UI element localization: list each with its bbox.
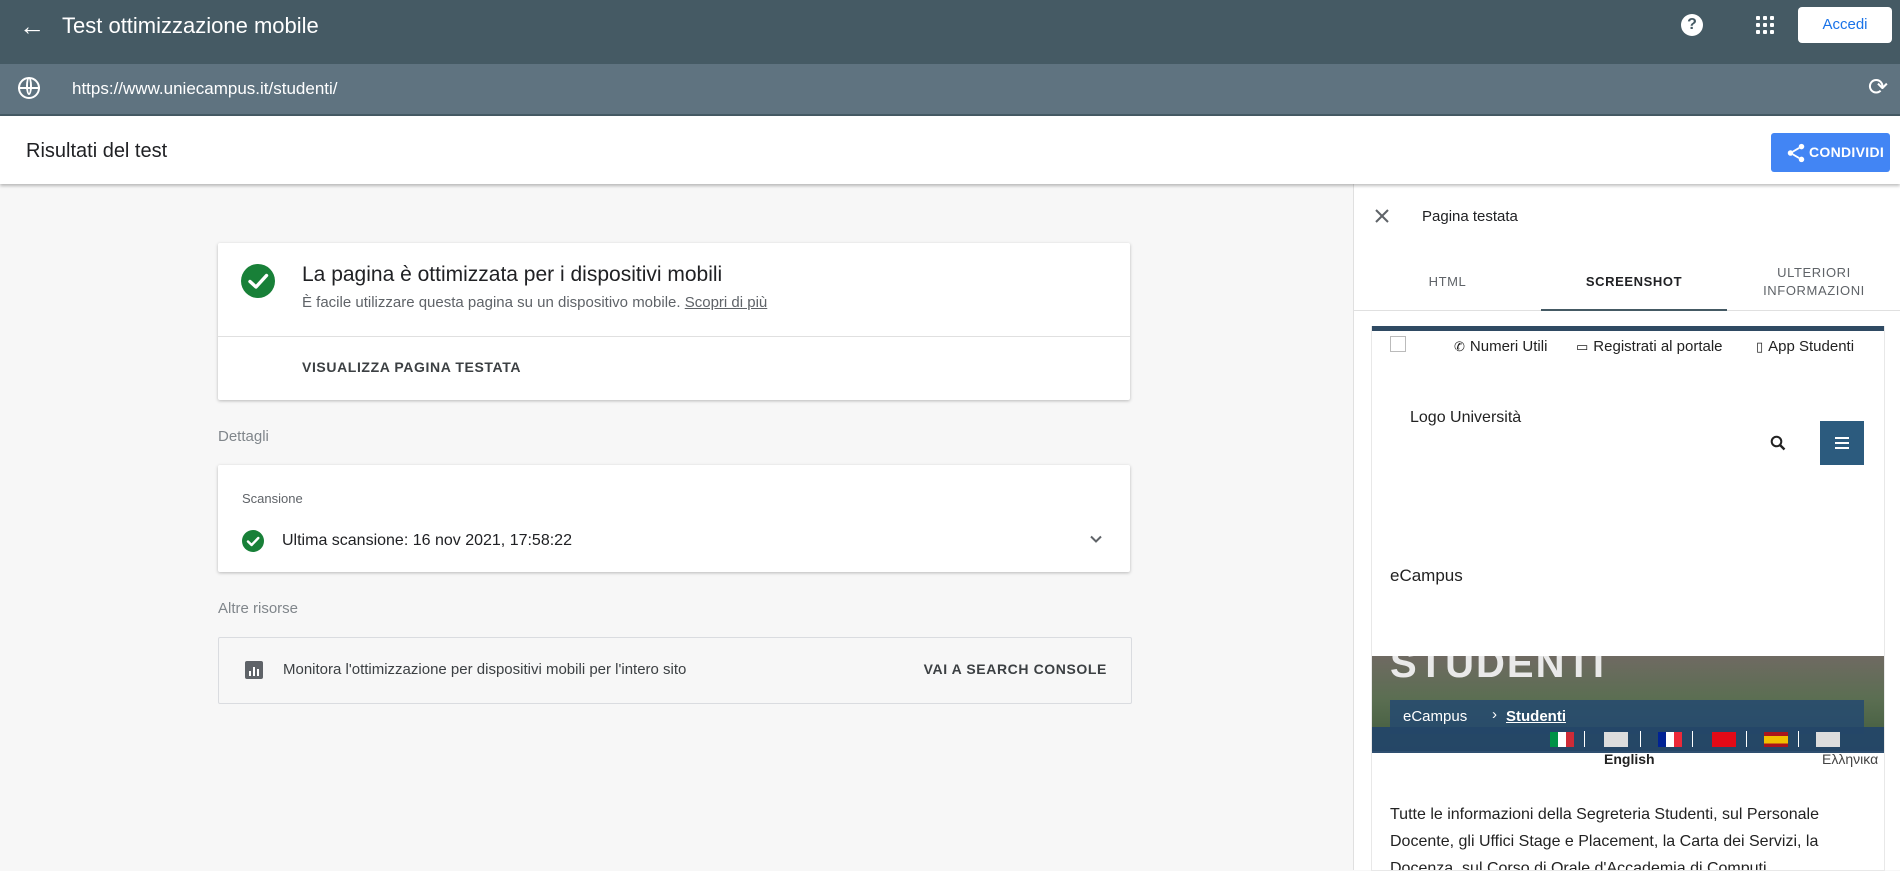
search-console-link[interactable]: VAI A SEARCH CONSOLE xyxy=(924,661,1107,677)
language-english: English xyxy=(1604,751,1655,767)
id-card-icon: ▭ xyxy=(1576,339,1589,354)
app-header: ← Test ottimizzazione mobile ? Accedi xyxy=(0,0,1900,52)
divider xyxy=(1692,731,1693,747)
france-flag-icon xyxy=(1658,732,1682,747)
resources-text: Monitora l'ottimizzazione per dispositiv… xyxy=(283,661,687,678)
phone-icon: ✆ xyxy=(1454,339,1465,354)
learn-more-link[interactable]: Scopri di più xyxy=(685,294,768,311)
divider xyxy=(1798,731,1799,747)
site-intro-text: Tutte le informazioni della Segreteria S… xyxy=(1390,806,1819,871)
url-input-container[interactable]: https://www.uniecampus.it/studenti/ ⟳ xyxy=(0,64,1900,114)
breadcrumb-separator: › xyxy=(1492,706,1497,723)
util-link-app: ▯ App Studenti xyxy=(1756,338,1854,355)
site-name: eCampus xyxy=(1390,566,1463,585)
divider xyxy=(1746,731,1747,747)
italy-flag-icon xyxy=(1550,732,1574,747)
check-circle-icon xyxy=(242,530,264,552)
summary-subtext: È facile utilizzare questa pagina su un … xyxy=(302,294,767,311)
search-icon xyxy=(1770,435,1786,451)
view-tested-page-button[interactable]: VISUALIZZA PAGINA TESTATA xyxy=(302,359,521,375)
page-title: Risultati del test xyxy=(26,140,168,162)
mobile-icon: ▯ xyxy=(1756,339,1764,354)
util-link-label: Registrati al portale xyxy=(1593,338,1723,355)
tested-page-panel: Pagina testata HTML SCREENSHOT ULTERIORI… xyxy=(1353,184,1900,871)
share-button[interactable]: CONDIVIDI xyxy=(1771,133,1890,172)
menu-icon xyxy=(1820,421,1864,465)
util-link-register: ▭ Registrati al portale xyxy=(1576,338,1723,355)
login-button[interactable]: Accedi xyxy=(1798,7,1892,43)
tab-screenshot[interactable]: SCREENSHOT xyxy=(1541,254,1727,311)
util-link-label: Numeri Utili xyxy=(1469,338,1548,355)
resources-section-label: Altre risorse xyxy=(218,600,299,617)
close-icon[interactable] xyxy=(1372,206,1392,226)
scan-label: Scansione xyxy=(242,491,303,506)
language-greek: Ελληνικα xyxy=(1822,751,1879,767)
page-screenshot: ✆ Numeri Utili ▭ Registrati al portale ▯ Ap… xyxy=(1371,326,1885,871)
util-link-numbers: ✆ Numeri Utili xyxy=(1454,338,1547,355)
tab-more-info[interactable]: ULTERIORI INFORMAZIONI xyxy=(1727,254,1900,310)
site-logo-alt: Logo Università xyxy=(1410,409,1522,426)
tab-html[interactable]: HTML xyxy=(1354,254,1541,310)
last-scan-text: Ultima scansione: 16 nov 2021, 17:58:22 xyxy=(282,532,572,549)
chevron-down-icon[interactable] xyxy=(1086,529,1106,549)
help-icon[interactable]: ? xyxy=(1681,14,1703,36)
broken-image-icon xyxy=(1390,336,1406,352)
share-icon xyxy=(1787,143,1805,163)
greece-flag-icon xyxy=(1816,732,1840,747)
app-title: Test ottimizzazione mobile xyxy=(62,13,319,38)
uk-flag-icon xyxy=(1604,732,1628,747)
turkey-flag-icon xyxy=(1712,732,1736,747)
summary-heading: La pagina è ottimizzata per i dispositiv… xyxy=(302,263,723,286)
globe-icon xyxy=(18,77,40,99)
arrow-left-icon[interactable]: ← xyxy=(18,12,46,40)
util-link-label: App Studenti xyxy=(1768,338,1855,355)
scan-card[interactable]: Scansione Ultima scansione: 16 nov 2021,… xyxy=(218,465,1130,572)
results-header: Risultati del test CONDIVIDI xyxy=(0,116,1900,184)
details-section-label: Dettagli xyxy=(218,428,269,445)
hero-title: STUDENTI xyxy=(1390,656,1606,686)
panel-title: Pagina testata xyxy=(1422,208,1518,225)
reload-icon[interactable]: ⟳ xyxy=(1868,75,1888,101)
site-top-line xyxy=(1372,326,1884,331)
breadcrumb-item: eCampus xyxy=(1403,708,1468,725)
spain-flag-icon xyxy=(1764,732,1788,747)
url-input[interactable]: https://www.uniecampus.it/studenti/ xyxy=(72,79,338,99)
divider xyxy=(1584,731,1585,747)
divider xyxy=(1640,731,1641,747)
resources-card: Monitora l'ottimizzazione per dispositiv… xyxy=(218,637,1132,704)
url-bar: https://www.uniecampus.it/studenti/ ⟳ xyxy=(0,52,1900,116)
summary-subtext-label: È facile utilizzare questa pagina su un … xyxy=(302,294,681,311)
divider xyxy=(218,336,1130,337)
summary-card: La pagina è ottimizzata per i dispositiv… xyxy=(218,243,1130,400)
bar-chart-icon xyxy=(245,661,263,679)
breadcrumb-item: Studenti xyxy=(1506,708,1566,725)
language-flags xyxy=(1372,727,1884,753)
panel-tabs: HTML SCREENSHOT ULTERIORI INFORMAZIONI xyxy=(1354,254,1900,311)
apps-grid-icon[interactable] xyxy=(1756,16,1774,34)
share-label: CONDIVIDI xyxy=(1809,144,1885,160)
check-circle-icon xyxy=(241,264,275,298)
